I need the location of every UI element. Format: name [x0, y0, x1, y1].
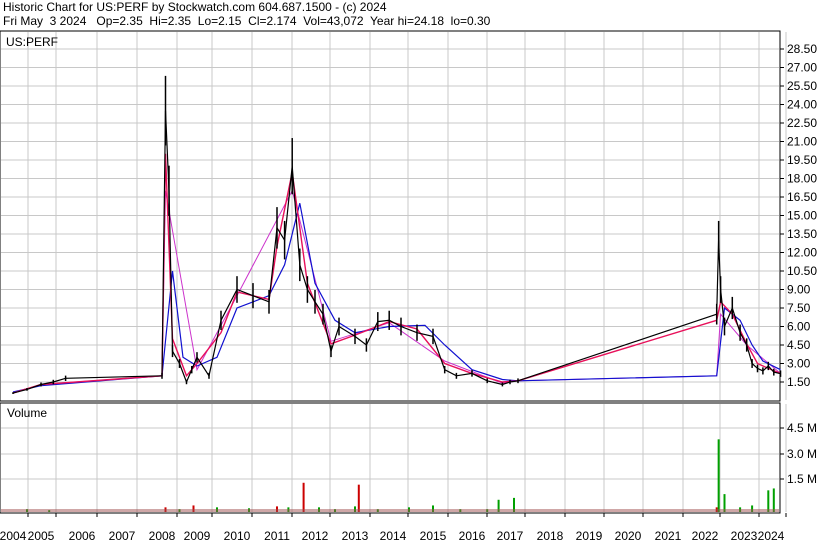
price-y-tick-label: 16.50: [787, 190, 817, 204]
price-y-tick-label: 25.50: [787, 79, 817, 93]
volume-bars: [1, 439, 779, 512]
x-axis: 2004 2005 2006 2007 2008 2009 2010 2011 2012 2013…: [0, 513, 787, 543]
volume-bar: [357, 484, 360, 512]
price-y-tick-label: 22.50: [787, 116, 817, 130]
stock-chart: US:PERF Volume 28.50 27.00 25.50 24.00 22.50…: [0, 30, 817, 543]
x-tick-label: 2004: [0, 529, 27, 543]
price-y-tick-label: 15.00: [787, 209, 817, 223]
x-tick-label: 2023: [731, 529, 758, 543]
price-y-tick-label: 7.50: [787, 301, 811, 315]
x-tick-label: 2020: [615, 529, 642, 543]
symbol-label: US:PERF: [6, 35, 58, 49]
series-line-ma-mid: [12, 189, 781, 394]
volume-grid: [1, 404, 787, 512]
series-line-ma-short: [12, 153, 781, 394]
volume-baseline: [1, 509, 779, 512]
price-y-tick-label: 19.50: [787, 153, 817, 167]
x-tick-label: 2024: [758, 529, 785, 543]
x-tick-label: 2015: [420, 529, 447, 543]
price-y-tick-label: 6.00: [787, 320, 811, 334]
volume-y-tick-label: 4.5 M: [787, 421, 817, 435]
x-tick-label: 2018: [537, 529, 564, 543]
x-tick-label: 2017: [497, 529, 524, 543]
x-tick-label: 2006: [69, 529, 96, 543]
volume-label: Volume: [7, 406, 47, 420]
price-y-tick-label: 27.00: [787, 61, 817, 75]
x-tick-label: 2016: [459, 529, 486, 543]
price-y-tick-label: 3.00: [787, 357, 811, 371]
volume-bar: [772, 488, 775, 512]
x-tick-label: 2019: [576, 529, 603, 543]
x-tick-label: 2005: [28, 529, 55, 543]
x-tick-label: 2014: [380, 529, 407, 543]
price-y-tick-label: 4.50: [787, 338, 811, 352]
price-y-tick-label: 13.50: [787, 227, 817, 241]
price-series: [12, 75, 782, 394]
x-tick-label: 2011: [264, 529, 290, 543]
x-tick-label: 2012: [302, 529, 329, 543]
series-line-price: [12, 110, 781, 394]
x-tick-label: 2009: [184, 529, 211, 543]
volume-y-tick-label: 3.0 M: [787, 447, 817, 461]
price-y-tick-label: 24.00: [787, 98, 817, 112]
volume-panel-frame: [0, 402, 781, 514]
x-tick-label: 2007: [109, 529, 136, 543]
price-y-tick-label: 1.50: [787, 375, 811, 389]
x-tick-label: 2010: [224, 529, 251, 543]
price-y-tick-label: 18.00: [787, 172, 817, 186]
price-y-tick-label: 28.50: [787, 42, 817, 56]
x-tick-label: 2022: [692, 529, 719, 543]
x-tick-label: 2008: [149, 529, 176, 543]
x-tick-label: 2013: [342, 529, 369, 543]
volume-bar: [717, 439, 720, 512]
x-tick-label: 2021: [655, 529, 682, 543]
volume-bar: [302, 482, 305, 512]
price-y-tick-label: 9.00: [787, 283, 811, 297]
volume-bar: [767, 490, 770, 512]
price-grid: [1, 32, 787, 400]
volume-y-tick-label: 1.5 M: [787, 472, 817, 486]
price-y-tick-label: 12.00: [787, 246, 817, 260]
price-y-tick-label: 21.00: [787, 135, 817, 149]
price-y-tick-label: 10.50: [787, 264, 817, 278]
